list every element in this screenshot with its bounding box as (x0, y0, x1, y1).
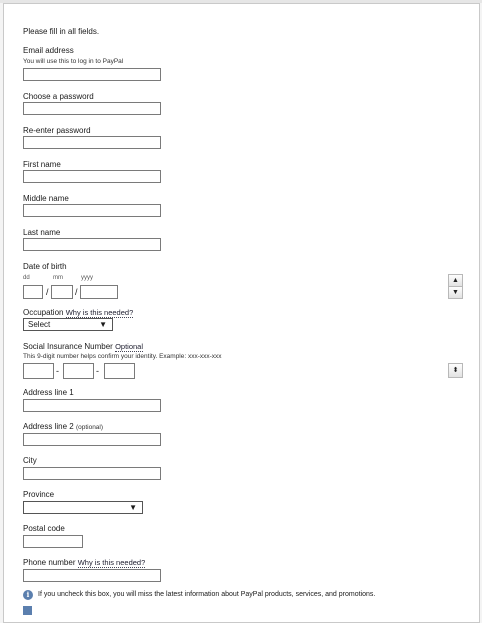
password-label: Choose a password (23, 92, 94, 101)
dob-mm-caption: mm (53, 275, 63, 281)
sin-separator: - (96, 366, 99, 376)
sin-part3-field[interactable] (104, 363, 135, 379)
newsletter-info-text: If you uncheck this box, you will miss t… (38, 591, 376, 598)
phone-help-link[interactable]: Why is this needed? (77, 558, 146, 568)
dob-day-field[interactable] (23, 285, 43, 299)
first-name-field[interactable] (23, 170, 161, 183)
address1-field[interactable] (23, 399, 161, 412)
sin-separator: - (56, 366, 59, 376)
dob-yyyy-caption: yyyy (81, 275, 93, 281)
last-name-field[interactable] (23, 238, 161, 251)
occupation-label-text: Occupation (23, 308, 64, 317)
dob-month-field[interactable] (51, 285, 73, 299)
postal-code-field[interactable] (23, 535, 83, 548)
address2-optional: (optional) (75, 424, 104, 431)
email-field[interactable] (23, 68, 161, 81)
sin-part2-field[interactable] (63, 363, 94, 379)
chevron-down-icon: ▼ (452, 289, 459, 296)
dropdown-arrow-icon: ▼ (99, 320, 107, 329)
occupation-select[interactable]: Select ▼ (23, 318, 113, 331)
dob-year-field[interactable] (80, 285, 118, 299)
password-field[interactable] (23, 102, 161, 115)
city-field[interactable] (23, 467, 161, 480)
dob-separator: / (46, 287, 49, 297)
occupation-selected: Select (28, 320, 51, 329)
scroll-down-button[interactable]: ▼ (448, 286, 463, 299)
newsletter-checkbox-row[interactable] (23, 606, 383, 616)
dropdown-arrow-icon: ▼ (129, 503, 137, 512)
postal-label: Postal code (23, 524, 65, 533)
sin-part1-field[interactable] (23, 363, 54, 379)
spin-updown-icon: ⬍ (452, 367, 459, 374)
email-hint: You will use this to log in to PayPal (23, 58, 124, 65)
phone-label-text: Phone number (23, 558, 76, 567)
address2-label-text: Address line 2 (23, 422, 74, 431)
chevron-up-icon: ▲ (452, 277, 459, 284)
newsletter-checkbox[interactable] (23, 606, 32, 615)
dob-dd-caption: dd (23, 275, 30, 281)
sin-label: Social Insurance Number Optional (23, 342, 143, 352)
dob-label: Date of birth (23, 262, 67, 271)
email-label: Email address (23, 46, 74, 55)
address1-label: Address line 1 (23, 388, 74, 397)
province-select[interactable]: ▼ (23, 501, 143, 514)
sin-optional-link[interactable]: Optional (115, 342, 143, 352)
middle-name-field[interactable] (23, 204, 161, 217)
form-intro: Please fill in all fields. (23, 27, 100, 36)
sin-hint: This 9-digit number helps confirm your i… (23, 353, 222, 360)
address2-label: Address line 2 (optional) (23, 422, 103, 431)
occupation-help-link[interactable]: Why is this needed? (65, 308, 134, 318)
password-confirm-label: Re-enter password (23, 126, 91, 135)
info-icon: i (23, 590, 33, 600)
spin-button[interactable]: ⬍ (448, 363, 463, 378)
password-confirm-field[interactable] (23, 136, 161, 149)
first-name-label: First name (23, 160, 61, 169)
sin-label-text: Social Insurance Number (23, 342, 113, 351)
city-label: City (23, 456, 37, 465)
phone-label: Phone number Why is this needed? (23, 558, 146, 568)
province-label: Province (23, 490, 55, 499)
phone-field[interactable] (23, 569, 161, 582)
middle-name-label: Middle name (23, 194, 69, 203)
dob-separator: / (75, 287, 78, 297)
address2-field[interactable] (23, 433, 161, 446)
occupation-label: Occupation Why is this needed? (23, 308, 134, 318)
last-name-label: Last name (23, 228, 61, 237)
